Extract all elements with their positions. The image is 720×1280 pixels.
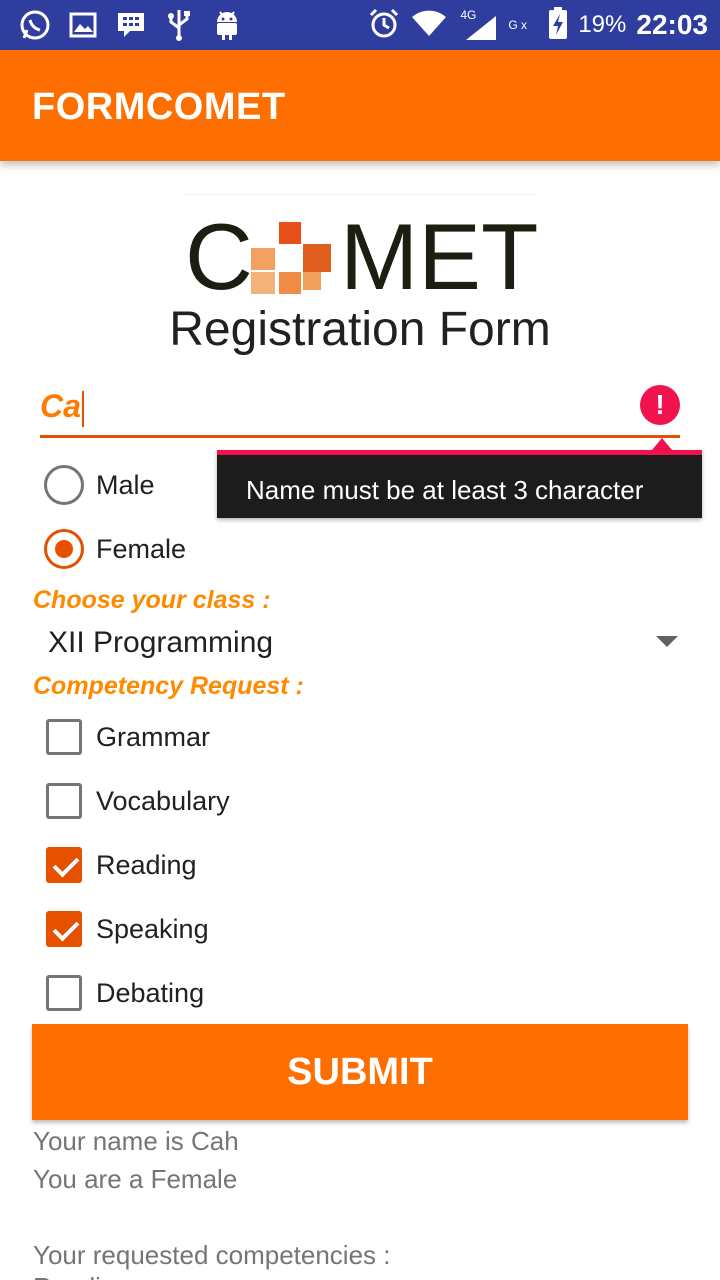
app-title: FORMCOMET [32, 86, 286, 128]
class-dropdown-value: XII Programming [48, 626, 274, 659]
logo-divider [185, 194, 535, 195]
name-input[interactable]: Ca ! [40, 380, 680, 438]
checkbox[interactable] [46, 975, 82, 1011]
result-gender: You are a Female [33, 1164, 238, 1194]
logo-cube-icon [251, 222, 331, 294]
battery-charging-icon [548, 6, 568, 45]
dropdown-arrow-icon [656, 636, 678, 647]
battery-percent: 19% [578, 11, 627, 38]
result-name: Your name is Cah [33, 1126, 239, 1156]
sim-label: G x [508, 18, 527, 32]
checkbox-label: Speaking [96, 913, 209, 944]
error-icon[interactable]: ! [640, 385, 680, 425]
competency-label: Competency Request : [33, 672, 304, 700]
radio-button[interactable] [44, 529, 84, 569]
android-icon [210, 8, 244, 42]
logo-letter-c: C [185, 204, 253, 309]
checkbox-grammar[interactable]: Grammar [46, 719, 210, 755]
error-tooltip: Name must be at least 3 character [217, 450, 702, 518]
name-input-value-wrap: Ca [40, 388, 84, 427]
name-input-value: Ca [40, 388, 81, 424]
checkbox-label: Reading [96, 849, 197, 880]
result-competencies-heading: Your requested competencies : [33, 1240, 391, 1270]
submit-button[interactable]: SUBMIT [32, 1024, 688, 1120]
radio-label: Female [96, 533, 187, 564]
checkbox[interactable] [46, 719, 82, 755]
tooltip-arrow [652, 438, 672, 450]
radio-label: Male [96, 469, 155, 500]
blackberry-icon [114, 8, 148, 42]
no-signal-icon: G x [508, 16, 538, 34]
checkbox-debating[interactable]: Debating [46, 975, 204, 1011]
class-label: Choose your class : [33, 586, 271, 614]
result-competency-item: Reading [33, 1272, 130, 1280]
checkbox-label: Vocabulary [96, 785, 230, 816]
text-cursor [81, 390, 84, 427]
app-bar: FORMCOMET [0, 50, 720, 161]
radio-button[interactable] [44, 465, 84, 505]
logo-letters-met: MET [340, 204, 539, 309]
checkbox[interactable] [46, 847, 82, 883]
alarm-icon [368, 7, 400, 44]
error-message: Name must be at least 3 character [246, 475, 644, 505]
form-title: Registration Form [169, 303, 551, 356]
radio-female[interactable]: Female [44, 529, 186, 569]
checkbox[interactable] [46, 783, 82, 819]
class-dropdown[interactable]: XII Programming [48, 620, 688, 666]
signal-4g-icon: 4G [458, 8, 498, 42]
radio-male[interactable]: Male [44, 465, 155, 505]
checkbox[interactable] [46, 911, 82, 947]
wifi-icon [410, 8, 448, 43]
clock: 22:03 [636, 9, 708, 40]
image-icon [66, 8, 100, 42]
checkbox-label: Grammar [96, 721, 210, 752]
checkbox-reading[interactable]: Reading [46, 847, 197, 883]
status-bar: 4G G x 19% 22:03 [0, 0, 720, 50]
checkbox-vocabulary[interactable]: Vocabulary [46, 783, 230, 819]
usb-icon [162, 8, 196, 42]
comet-logo: C MET [185, 204, 539, 309]
checkbox-label: Debating [96, 977, 205, 1008]
checkbox-speaking[interactable]: Speaking [46, 911, 209, 947]
whatsapp-icon [18, 8, 52, 42]
